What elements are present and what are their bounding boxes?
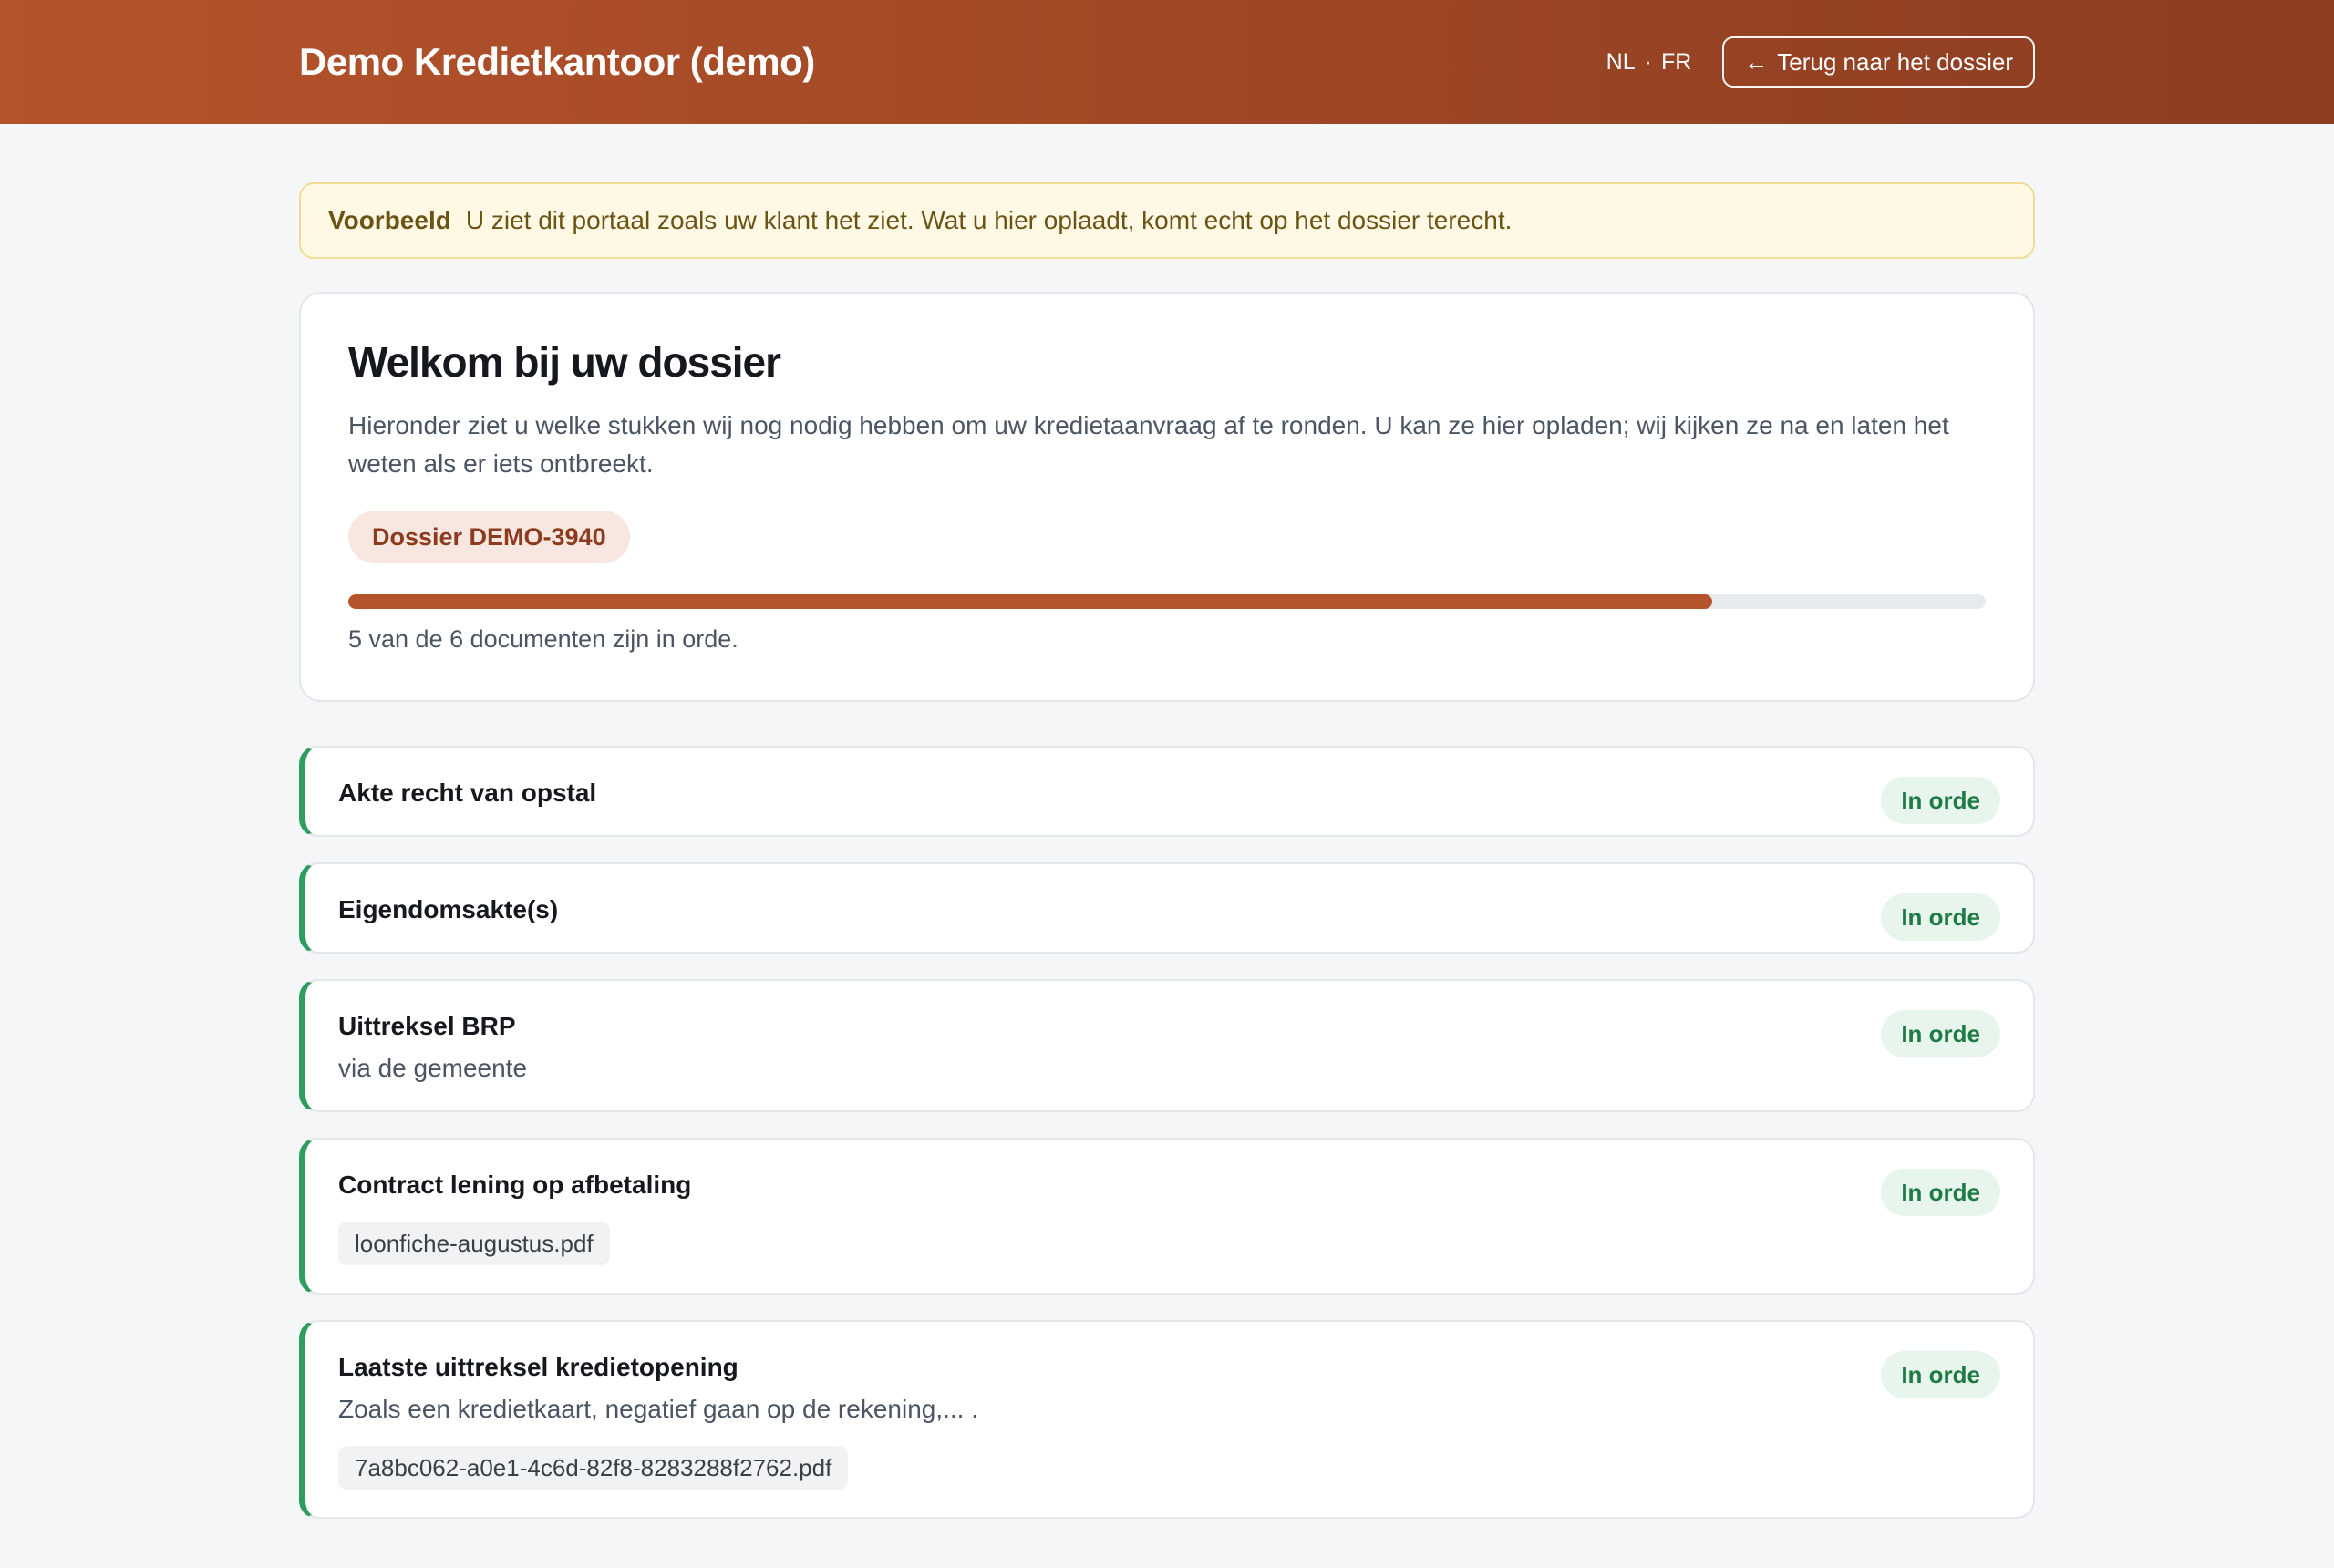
document-title: Akte recht van opstal — [338, 779, 597, 807]
welcome-title: Welkom bij uw dossier — [348, 338, 781, 386]
header-actions: NL · FR ← Terug naar het dossier — [1606, 36, 2035, 88]
progress-bar — [348, 594, 1986, 609]
lang-separator: · — [1644, 48, 1652, 75]
preview-notice-text: U ziet dit portaal zoals uw klant het zi… — [465, 206, 1513, 234]
document-title: Contract lening op afbetaling — [338, 1171, 692, 1199]
preview-notice: Voorbeeld U ziet dit portaal zoals uw kl… — [299, 182, 2035, 259]
status-badge: In orde — [1881, 1169, 2000, 1216]
document-title: Eigendomsakte(s) — [338, 895, 559, 923]
welcome-card: Welkom bij uw dossier Hieronder ziet u w… — [299, 292, 2035, 702]
lang-fr-link[interactable]: FR — [1661, 49, 1691, 76]
document-subtitle: Zoals een kredietkaart, negatief gaan op… — [338, 1395, 979, 1423]
back-to-dossier-button[interactable]: ← Terug naar het dossier — [1722, 36, 2035, 88]
document-card[interactable]: Eigendomsakte(s) In orde — [299, 862, 2035, 954]
app-header: Demo Kredietkantoor (demo) NL · FR ← Ter… — [0, 0, 2334, 124]
status-badge: In orde — [1881, 893, 2000, 941]
document-title: Uittreksel BRP — [338, 1012, 516, 1040]
language-switcher: NL · FR — [1606, 49, 1692, 76]
document-list: Akte recht van opstal In orde Eigendomsa… — [299, 746, 2035, 1519]
uploaded-file-chip[interactable]: 7a8bc062-a0e1-4c6d-82f8-8283288f2762.pdf — [338, 1446, 849, 1490]
document-card[interactable]: Laatste uittreksel kredietopening Zoals … — [299, 1320, 2035, 1519]
document-card[interactable]: Contract lening op afbetaling loonfiche-… — [299, 1138, 2035, 1295]
brand-title: Demo Kredietkantoor (demo) — [299, 40, 815, 83]
status-badge: In orde — [1881, 777, 2000, 824]
preview-notice-tag: Voorbeeld — [328, 206, 451, 234]
progress-bar-fill — [348, 594, 1713, 609]
document-subtitle: via de gemeente — [338, 1054, 528, 1082]
lang-nl-link[interactable]: NL — [1606, 49, 1636, 76]
header-inner: Demo Kredietkantoor (demo) NL · FR ← Ter… — [299, 0, 2035, 124]
uploaded-file-chip[interactable]: loonfiche-augustus.pdf — [338, 1222, 610, 1265]
main-content: Voorbeeld U ziet dit portaal zoals uw kl… — [299, 182, 2035, 1519]
progress-label: 5 van de 6 documenten zijn in orde. — [348, 625, 738, 653]
welcome-intro: Hieronder ziet u welke stukken wij nog n… — [348, 411, 1949, 478]
document-card[interactable]: Uittreksel BRP via de gemeente In orde — [299, 979, 2035, 1112]
back-to-dossier-label: Terug naar het dossier — [1777, 47, 2013, 76]
document-card[interactable]: Akte recht van opstal In orde — [299, 746, 2035, 837]
dossier-badge: Dossier DEMO-3940 — [348, 511, 630, 563]
document-title: Laatste uittreksel kredietopening — [338, 1353, 738, 1381]
status-badge: In orde — [1881, 1351, 2000, 1398]
arrow-left-icon: ← — [1744, 47, 1769, 76]
status-badge: In orde — [1881, 1010, 2000, 1057]
